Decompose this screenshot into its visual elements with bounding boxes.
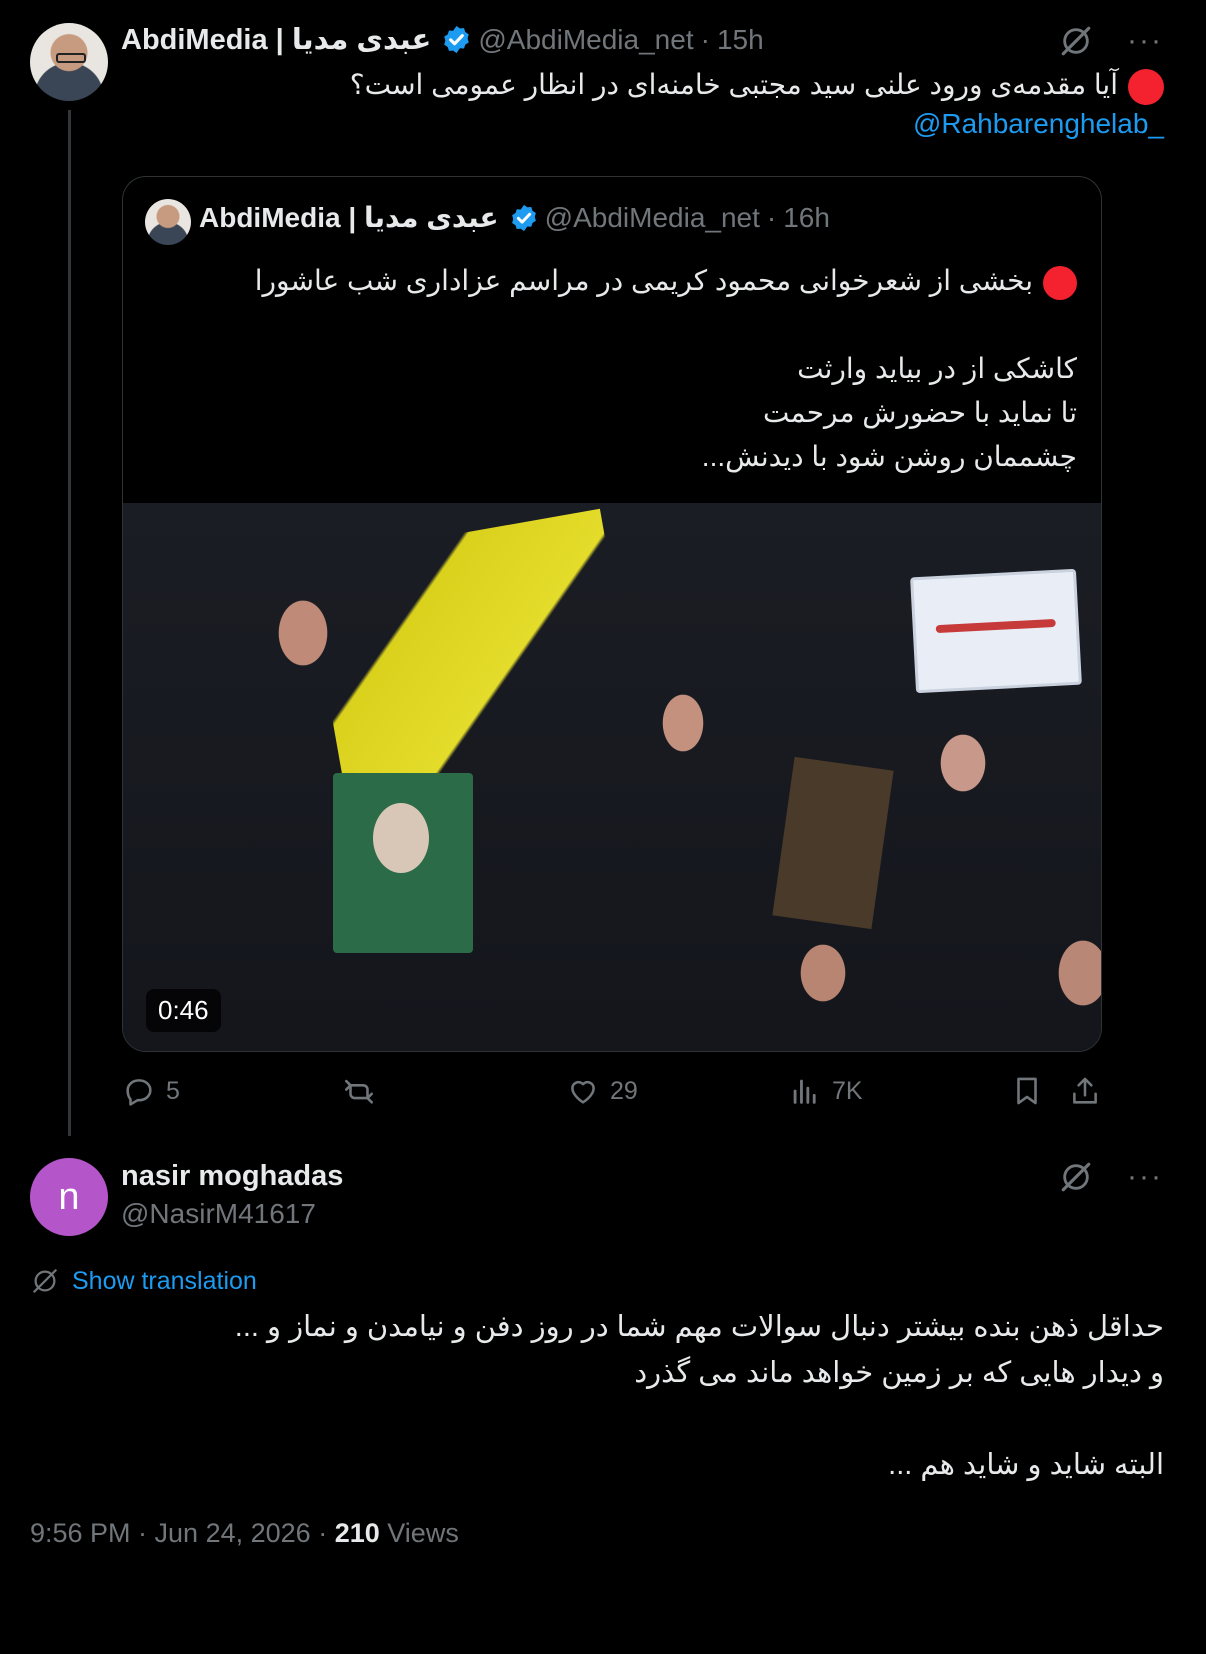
reply-author-handle[interactable]: @NasirM41617 <box>121 1198 316 1230</box>
video-duration: 0:46 <box>146 989 221 1032</box>
reply-line: و دیدار هایی که بر زمین خواهد ماند می گذ… <box>634 1357 1164 1389</box>
grok-icon[interactable] <box>1059 24 1093 58</box>
quote-line: تا نماید با حضورش مرحمت <box>763 397 1077 428</box>
tweet-meta: 9:56 PM · Jun 24, 2026 · 210 Views <box>30 1518 459 1549</box>
grok-icon[interactable] <box>1059 1160 1093 1194</box>
show-translation-label[interactable]: Show translation <box>72 1267 257 1296</box>
reply-author-avatar[interactable]: n <box>30 1158 108 1236</box>
reply-icon <box>126 1079 152 1106</box>
timestamp[interactable]: 9:56 PM · Jun 24, 2026 <box>30 1518 311 1548</box>
thread-line <box>68 110 71 1210</box>
like-button[interactable]: 29 <box>566 1074 638 1108</box>
quote-text: بخشی از شعرخوانی محمود کریمی در مراسم عز… <box>177 259 1077 479</box>
quote-author-avatar <box>145 199 191 245</box>
more-icon[interactable]: ··· <box>1127 1162 1163 1192</box>
tweet-header: AbdiMedia | عبدی مدیا @AbdiMedia_net · 1… <box>121 22 764 57</box>
action-bar: 5 29 7K <box>122 1074 1102 1114</box>
separator-dot: · <box>318 1518 335 1548</box>
protest-sign <box>910 568 1082 694</box>
separator-dot: · <box>700 23 710 55</box>
yellow-flag <box>304 508 642 798</box>
quote-line: کاشکی از در بیاید وارثت <box>797 353 1077 384</box>
quote-header: AbdiMedia | عبدی مدیا @AbdiMedia_net · 1… <box>199 201 830 234</box>
author-handle[interactable]: @AbdiMedia_net <box>478 24 693 56</box>
mention-link[interactable]: @Rahbarenghelab_ <box>913 108 1164 140</box>
tweet-text: آیا مقدمه‌ی ورود علنی سید مجتبی خامنه‌ای… <box>264 64 1164 106</box>
quote-author-name: AbdiMedia | عبدی مدیا <box>199 202 499 233</box>
quoted-tweet[interactable]: AbdiMedia | عبدی مدیا @AbdiMedia_net · 1… <box>122 176 1102 1052</box>
views-total: 210 <box>334 1518 380 1548</box>
heart-icon <box>571 1080 595 1104</box>
views-button[interactable]: 7K <box>788 1074 863 1108</box>
framed-photo <box>772 756 894 930</box>
tweet-time[interactable]: 15h <box>717 24 764 56</box>
reply-line: البته شاید و شاید هم ... <box>888 1449 1164 1481</box>
quote-author-handle: @AbdiMedia_net <box>544 201 760 233</box>
red-circle-icon <box>1128 68 1164 105</box>
reply-top-icons: ··· <box>1059 1160 1163 1194</box>
bookmark-icon <box>1017 1077 1037 1105</box>
like-count: 29 <box>610 1076 638 1105</box>
bookmark-button[interactable] <box>1010 1074 1044 1108</box>
author-avatar[interactable] <box>30 23 108 101</box>
share-icon <box>1073 1077 1097 1104</box>
reply-blank-line <box>84 1396 1164 1442</box>
reply-text: حداقل ذهن بنده بیشتر دنبال سوالات مهم شم… <box>84 1304 1164 1488</box>
translate-icon <box>33 1269 57 1293</box>
quote-time: 16h <box>783 201 830 233</box>
views-count: 7K <box>832 1076 863 1105</box>
quote-line: بخشی از شعرخوانی محمود کریمی در مراسم عز… <box>177 259 1077 303</box>
separator-dot: · <box>766 201 777 233</box>
red-circle-icon <box>1043 265 1077 300</box>
tweet-top-icons: ··· <box>1059 24 1163 58</box>
views-icon <box>793 1079 816 1104</box>
retweet-button[interactable] <box>342 1074 376 1108</box>
quote-line: چشممان روشن شود با دیدنش... <box>701 441 1077 472</box>
reply-button[interactable]: 5 <box>122 1074 180 1108</box>
views-label: Views <box>387 1518 459 1548</box>
reply-count: 5 <box>166 1076 180 1105</box>
verified-badge-icon <box>511 204 536 231</box>
more-icon[interactable]: ··· <box>1127 26 1163 56</box>
show-translation-link[interactable]: Show translation <box>30 1266 257 1296</box>
retweet-icon <box>344 1079 374 1104</box>
reply-author-name[interactable]: nasir moghadas <box>121 1160 343 1193</box>
verified-badge-icon <box>444 25 470 54</box>
author-name[interactable]: AbdiMedia | عبدی مدیا <box>121 22 431 57</box>
portrait-poster <box>333 773 473 953</box>
video-player[interactable]: 0:46 <box>123 503 1101 1051</box>
quote-blank-line <box>177 303 1077 347</box>
share-button[interactable] <box>1068 1074 1102 1108</box>
reply-line: حداقل ذهن بنده بیشتر دنبال سوالات مهم شم… <box>234 1311 1164 1343</box>
